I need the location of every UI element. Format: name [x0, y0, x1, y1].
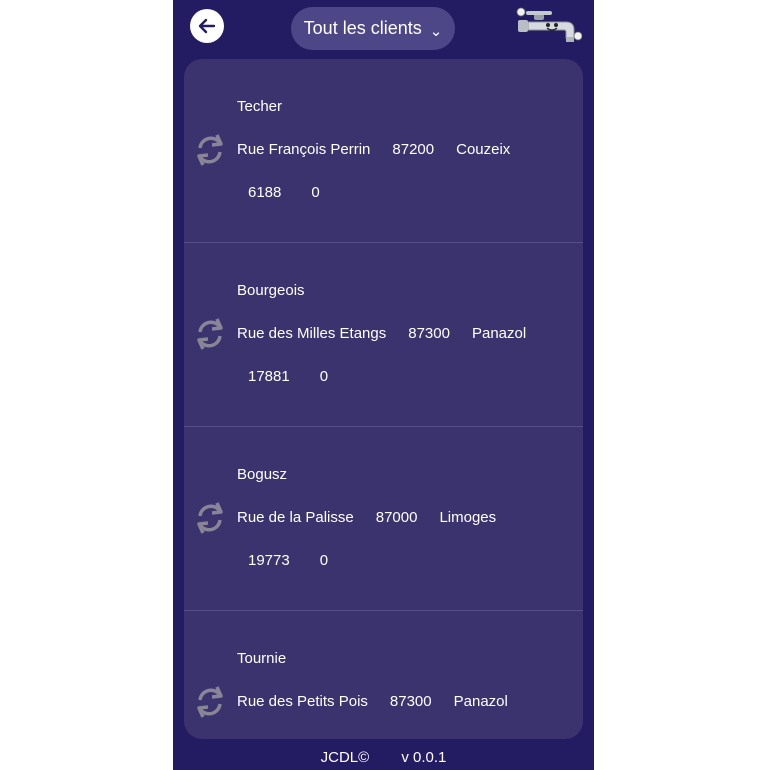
- client-numbers: 6188 0: [248, 184, 350, 201]
- client-name: Techer: [237, 98, 283, 115]
- chevron-down-icon: ⌄: [429, 23, 443, 40]
- list-item[interactable]: Techer Rue François Perrin 87200 Couzeix…: [184, 59, 583, 243]
- client-name: Tournie: [237, 650, 287, 667]
- client-count: 0: [311, 184, 320, 201]
- app-footer: JCDL© v 0.0.1: [173, 749, 594, 766]
- client-street: Rue de la Palisse: [237, 509, 354, 526]
- sync-icon[interactable]: [194, 131, 226, 169]
- list-item[interactable]: Bourgeois Rue des Milles Etangs 87300 Pa…: [184, 243, 583, 427]
- client-postal-code: 87300: [408, 325, 450, 342]
- app-screen: Tout les clients ⌄ Techer Rue François P…: [173, 0, 594, 770]
- app-version: v 0.0.1: [401, 749, 447, 766]
- client-city: Couzeix: [456, 141, 511, 158]
- sync-icon[interactable]: [194, 499, 226, 537]
- client-count: 0: [319, 552, 329, 569]
- sync-icon[interactable]: [194, 315, 226, 353]
- client-list[interactable]: Techer Rue François Perrin 87200 Couzeix…: [184, 59, 583, 739]
- client-address: Rue des Petits Pois 87300 Panazol: [237, 693, 530, 710]
- client-street: Rue François Perrin: [237, 141, 371, 158]
- client-street: Rue des Milles Etangs: [237, 325, 387, 342]
- client-city: Panazol: [471, 325, 527, 342]
- client-postal-code: 87200: [392, 141, 435, 158]
- client-number: 6188: [248, 184, 282, 201]
- client-count: 0: [319, 368, 329, 385]
- client-street: Rue des Petits Pois: [237, 693, 368, 710]
- client-numbers: 17881 0: [248, 368, 358, 385]
- client-postal-code: 87000: [375, 509, 418, 526]
- filter-label: Tout les clients: [303, 18, 422, 38]
- client-number: 17881: [248, 368, 290, 385]
- sync-icon[interactable]: [194, 683, 226, 721]
- client-name: Bourgeois: [237, 282, 305, 299]
- client-address: Rue des Milles Etangs 87300 Panazol: [237, 325, 548, 342]
- client-number: 8886: [248, 736, 281, 739]
- client-address: Rue François Perrin 87200 Couzeix: [237, 141, 532, 158]
- arrow-left-icon: [198, 18, 216, 34]
- list-item[interactable]: Bogusz Rue de la Palisse 87000 Limoges 1…: [184, 427, 583, 611]
- client-name: Bogusz: [237, 466, 288, 483]
- list-item[interactable]: Tournie Rue des Petits Pois 87300 Panazo…: [184, 611, 583, 739]
- faucet-mascot-icon: [516, 7, 582, 42]
- footer-brand: JCDL©: [320, 749, 370, 766]
- client-numbers: 8886 0: [248, 736, 350, 739]
- client-filter-dropdown[interactable]: Tout les clients ⌄: [291, 7, 455, 50]
- client-postal-code: 87300: [389, 693, 432, 710]
- client-numbers: 19773 0: [248, 552, 358, 569]
- client-count: 0: [311, 736, 319, 739]
- back-button[interactable]: [190, 9, 224, 43]
- client-city: Limoges: [439, 509, 497, 526]
- client-city: Panazol: [453, 693, 508, 710]
- client-address: Rue de la Palisse 87000 Limoges: [237, 509, 518, 526]
- client-number: 19773: [248, 552, 290, 569]
